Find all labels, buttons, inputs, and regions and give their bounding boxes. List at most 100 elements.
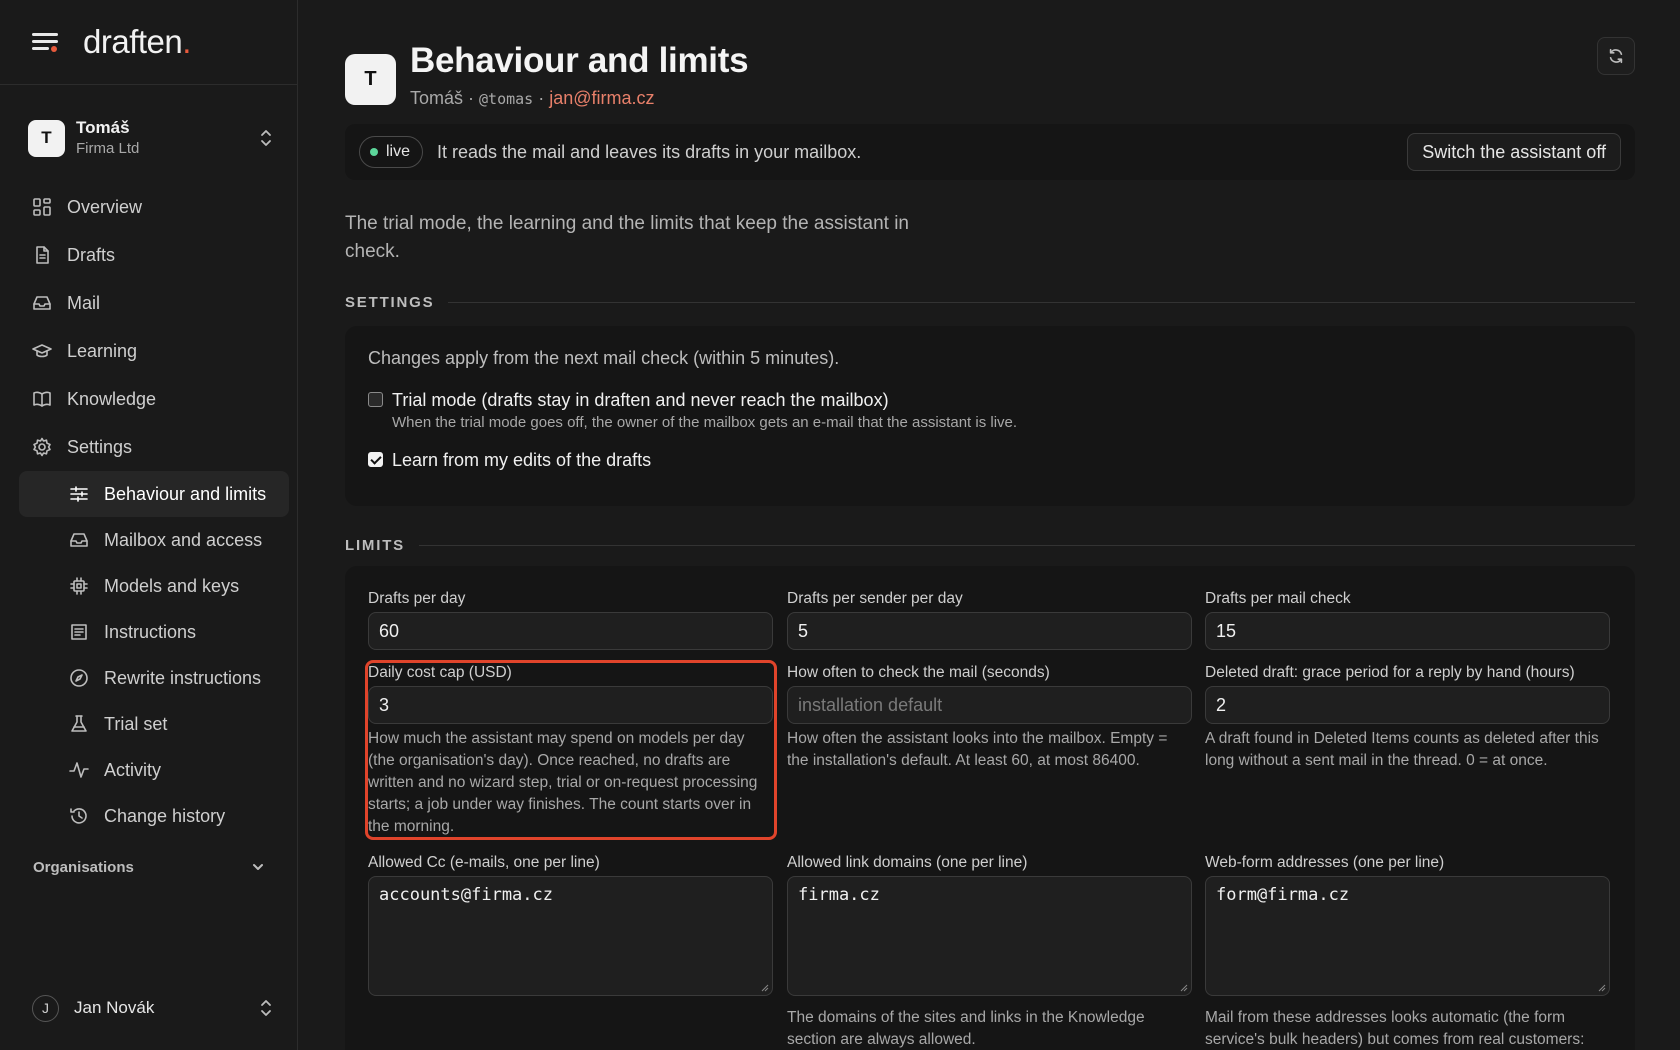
drafts-per-sender-input[interactable]: 5	[787, 612, 1192, 650]
status-text: It reads the mail and leaves its drafts …	[437, 141, 862, 162]
user-switcher[interactable]: J Jan Novák	[32, 993, 274, 1023]
trial-mode-checkbox[interactable]	[368, 392, 383, 407]
settings-card: Changes apply from the next mail check (…	[345, 326, 1635, 506]
user-name: Jan Novák	[74, 998, 155, 1017]
allowed-cc-label: Allowed Cc (e-mails, one per line)	[368, 854, 600, 871]
learn-row: Learn from my edits of the drafts	[368, 448, 1612, 472]
drafts-per-sender-field: Drafts per sender per day 5	[787, 589, 1192, 650]
page-intro: The trial mode, the learning and the lim…	[345, 213, 909, 262]
allowed-cc-textarea[interactable]: accounts@firma.cz	[368, 876, 773, 996]
limits-card: Drafts per day 60 Drafts per sender per …	[345, 566, 1635, 1050]
mailbox-email[interactable]: jan@firma.cz	[549, 88, 654, 108]
webform-textarea[interactable]: form@firma.cz	[1205, 876, 1610, 996]
assistant-status-bar: live It reads the mail and leaves its dr…	[345, 124, 1635, 180]
learn-label[interactable]: Learn from my edits of the drafts	[392, 448, 651, 472]
page-header: T Behaviour and limits Tomáš · @tomas · …	[345, 40, 749, 110]
organisations-label: Organisations	[33, 858, 134, 876]
trial-mode-row: Trial mode (drafts stay in draften and n…	[368, 388, 1612, 434]
sidebar-item-label: Change history	[104, 805, 226, 826]
sidebar-item-label: Models and keys	[104, 575, 240, 596]
resize-grip-icon[interactable]	[1597, 983, 1606, 992]
org-switcher[interactable]: T Tomáš Firma Ltd	[28, 114, 274, 162]
allowed-domains-textarea[interactable]: firma.cz	[787, 876, 1192, 996]
resize-grip-icon[interactable]	[760, 983, 769, 992]
live-dot-icon	[370, 148, 378, 156]
allowed-cc-field: Allowed Cc (e-mails, one per line) accou…	[368, 853, 773, 996]
allowed-domains-field: Allowed link domains (one per line) firm…	[787, 853, 1192, 1050]
mailbox-handle: @tomas	[479, 89, 534, 108]
sidebar-item-label: Instructions	[104, 621, 197, 642]
sidebar-item-label: Knowledge	[67, 388, 157, 409]
flask-icon	[69, 714, 89, 734]
sidebar-item-knowledge[interactable]: Knowledge	[19, 375, 289, 423]
sidebar-item-mail[interactable]: Mail	[19, 279, 289, 327]
chevron-updown-icon	[261, 1000, 271, 1016]
sidebar-item-activity[interactable]: Activity	[19, 747, 289, 793]
sidebar-item-models-and-keys[interactable]: Models and keys	[19, 563, 289, 609]
check-interval-label: How often to check the mail (seconds)	[787, 664, 1050, 681]
sidebar-item-mailbox-and-access[interactable]: Mailbox and access	[19, 517, 289, 563]
sidebar-item-label: Overview	[67, 196, 143, 217]
sidebar-item-label: Settings	[67, 436, 133, 457]
status-badge: live	[359, 136, 424, 168]
sidebar-item-label: Learning	[67, 340, 138, 361]
grid-icon	[32, 197, 52, 217]
trial-mode-label[interactable]: Trial mode (drafts stay in draften and n…	[392, 388, 1017, 412]
sidebar-item-settings[interactable]: Settings	[19, 423, 289, 471]
sidebar-item-label: Rewrite instructions	[104, 667, 262, 688]
settings-section-heading: SETTINGS	[345, 294, 1635, 311]
sidebar: draften. T Tomáš Firma Ltd Overview Draf…	[0, 0, 298, 1050]
settings-subnav: Behaviour and limits Mailbox and access …	[19, 471, 289, 839]
sidebar-item-label: Mail	[67, 292, 101, 313]
grace-period-input[interactable]: 2	[1205, 686, 1610, 724]
sidebar-item-change-history[interactable]: Change history	[19, 793, 289, 839]
menu-icon[interactable]	[32, 32, 58, 52]
settings-note: Changes apply from the next mail check (…	[368, 348, 840, 368]
sidebar-item-trial-set[interactable]: Trial set	[19, 701, 289, 747]
list-icon	[69, 622, 89, 642]
sidebar-item-instructions[interactable]: Instructions	[19, 609, 289, 655]
check-interval-input[interactable]: installation default	[787, 686, 1192, 724]
webform-field: Web-form addresses (one per line) form@f…	[1205, 853, 1610, 1050]
sidebar-item-behaviour-and-limits[interactable]: Behaviour and limits	[19, 471, 289, 517]
sidebar-item-rewrite-instructions[interactable]: Rewrite instructions	[19, 655, 289, 701]
org-avatar: T	[28, 119, 65, 157]
grace-period-label: Deleted draft: grace period for a reply …	[1205, 664, 1575, 681]
daily-cost-cap-input[interactable]: 3	[368, 686, 773, 724]
brand-bar: draften.	[0, 0, 297, 85]
mailbox-owner: Tomáš	[410, 87, 464, 108]
organisations-section[interactable]: Organisations	[19, 839, 289, 895]
webform-help: Mail from these addresses looks automati…	[1205, 1009, 1585, 1048]
app-logo: draften.	[83, 23, 191, 60]
resize-grip-icon[interactable]	[1179, 983, 1188, 992]
inbox-icon	[32, 293, 52, 313]
drafts-per-check-field: Drafts per mail check 15	[1205, 589, 1610, 650]
refresh-button[interactable]	[1597, 37, 1635, 75]
daily-cost-cap-field: Daily cost cap (USD) 3 How much the assi…	[368, 663, 773, 838]
switch-assistant-off-button[interactable]: Switch the assistant off	[1407, 133, 1621, 171]
trial-mode-help: When the trial mode goes off, the owner …	[392, 414, 1018, 431]
allowed-domains-label: Allowed link domains (one per line)	[787, 854, 1028, 871]
sidebar-item-label: Drafts	[67, 244, 116, 265]
drafts-per-day-input[interactable]: 60	[368, 612, 773, 650]
sidebar-item-overview[interactable]: Overview	[19, 183, 289, 231]
sidebar-item-learning[interactable]: Learning	[19, 327, 289, 375]
grace-period-help: A draft found in Deleted Items counts as…	[1205, 730, 1599, 769]
graduation-cap-icon	[32, 341, 52, 361]
sidebar-item-drafts[interactable]: Drafts	[19, 231, 289, 279]
sidebar-nav: Overview Drafts Mail Learning Knowledge …	[19, 183, 289, 895]
sidebar-item-label: Mailbox and access	[104, 529, 263, 550]
limits-section-heading: LIMITS	[345, 537, 1635, 554]
sliders-icon	[69, 484, 89, 504]
drafts-per-check-input[interactable]: 15	[1205, 612, 1610, 650]
user-avatar: J	[32, 994, 59, 1022]
learn-checkbox[interactable]	[368, 452, 383, 467]
page-title: Behaviour and limits	[410, 40, 749, 80]
daily-cost-cap-help: How much the assistant may spend on mode…	[368, 730, 758, 835]
org-name: Tomáš	[76, 118, 130, 137]
check-interval-help: How often the assistant looks into the m…	[787, 730, 1168, 769]
compass-icon	[69, 668, 89, 688]
org-subtitle: Firma Ltd	[76, 140, 140, 157]
page-subtitle: Tomáš · @tomas · jan@firma.cz	[410, 87, 655, 108]
sidebar-item-label: Trial set	[104, 713, 168, 734]
